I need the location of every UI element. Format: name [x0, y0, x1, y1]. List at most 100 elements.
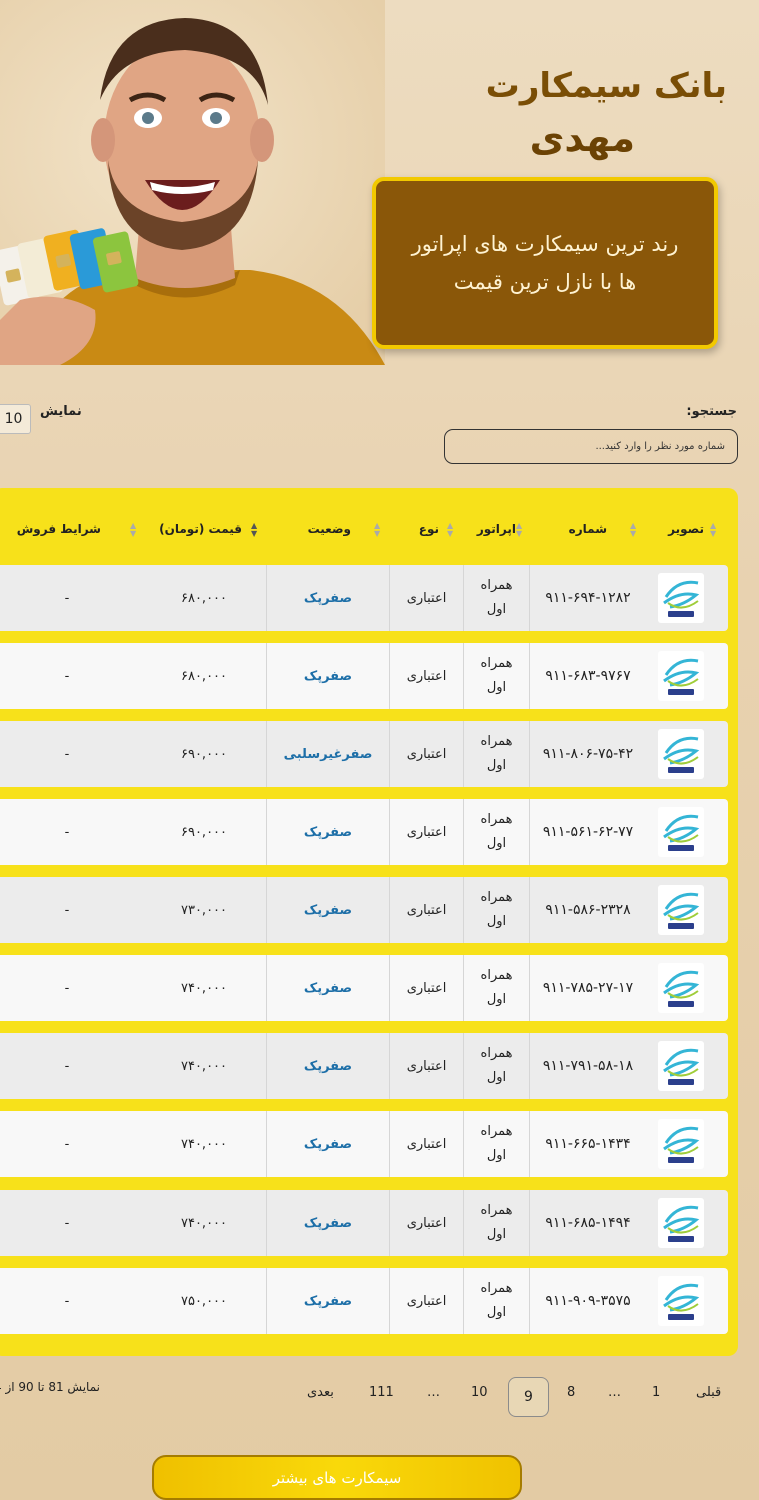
operator-line1: همراه: [480, 890, 513, 905]
cell-status[interactable]: صفرپک: [267, 565, 390, 631]
more-sim-cards-button[interactable]: سیمکارت های بیشتر: [152, 1455, 522, 1500]
pagination-page-1[interactable]: 1: [652, 1385, 660, 1400]
search-label: جستجو:: [686, 404, 737, 419]
sort-icon: ▲ ▼: [710, 521, 717, 538]
cell-number: ۹۱۱-۵۸۶-۲۳۲۸: [532, 877, 644, 943]
promo-text: رند ترین سیمکارت های اپراتور ها با نازل …: [411, 232, 679, 294]
brand-name: مهدی: [529, 116, 635, 160]
cell-status[interactable]: صفرپک: [267, 1111, 390, 1177]
cell-terms: -: [64, 1293, 70, 1309]
cell-terms: -: [64, 668, 70, 684]
cell-terms: -: [64, 1058, 70, 1074]
pagination-page-10[interactable]: 10: [471, 1385, 488, 1400]
mci-logo-icon: [658, 963, 704, 1013]
operator-line2: اول: [486, 602, 507, 617]
cell-number: ۹۱۱-۶۹۴-۱۲۸۲: [532, 565, 644, 631]
cell-terms: -: [64, 1136, 70, 1152]
sort-icon: ▲ ▼: [374, 521, 381, 538]
mci-logo-icon: [658, 1198, 704, 1248]
operator-line2: اول: [486, 836, 507, 851]
cell-status[interactable]: صفرپک: [267, 643, 390, 709]
table-row[interactable]: ۹۱۱-۶۸۵-۱۴۹۴ همراه اول اعتباری صفرپک ۷۴۰,۰۰۰ -: [0, 1190, 728, 1256]
cell-type: اعتباری: [390, 721, 464, 787]
sim-number: ۹۱۱-۸۰۶-۷۵-۴۲: [542, 746, 634, 762]
pagination-page-last[interactable]: 111: [369, 1385, 394, 1400]
cell-status[interactable]: صفرغیرسلبی: [267, 721, 390, 787]
pagination-prev[interactable]: قبلی: [696, 1385, 721, 1400]
pagination-page-8[interactable]: 8: [567, 1385, 575, 1400]
mci-logo-icon: [658, 729, 704, 779]
cell-status[interactable]: صفرپک: [267, 1033, 390, 1099]
page-length-select[interactable]: 10: [0, 404, 31, 434]
sim-number: ۹۱۱-۵۶۱-۶۲-۷۷: [542, 824, 634, 840]
cell-terms: -: [64, 590, 70, 606]
cell-number: ۹۱۱-۶۸۳-۹۷۶۷: [532, 643, 644, 709]
cell-type: اعتباری: [390, 1111, 464, 1177]
table-row[interactable]: ۹۱۱-۸۰۶-۷۵-۴۲ همراه اول اعتباری صفرغیرسلبی ۶۹…: [0, 721, 728, 787]
table-row[interactable]: ۹۱۱-۵۶۱-۶۲-۷۷ همراه اول اعتباری صفرپک ۶۹۰,۰۰۰…: [0, 799, 728, 865]
sort-asc-icon: ▲ ▼: [251, 521, 258, 538]
cell-number: ۹۱۱-۹۰۹-۳۵۷۵: [532, 1268, 644, 1334]
cell-type: اعتباری: [390, 1190, 464, 1256]
cell-terms: -: [64, 824, 70, 840]
table-row[interactable]: ۹۱۱-۶۹۴-۱۲۸۲ همراه اول اعتباری صفرپک ۶۸۰,۰۰۰ -: [0, 565, 728, 631]
header-operator[interactable]: اپراتور: [477, 522, 516, 536]
cell-number: ۹۱۱-۶۶۵-۱۴۳۴: [532, 1111, 644, 1177]
cell-type: اعتباری: [390, 565, 464, 631]
sim-number: ۹۱۱-۵۸۶-۲۳۲۸: [545, 902, 631, 918]
operator-line2: اول: [486, 758, 507, 773]
cell-status[interactable]: صفرپک: [267, 877, 390, 943]
header-terms[interactable]: شرایط فروش: [17, 522, 101, 536]
operator-line1: همراه: [480, 968, 513, 983]
operator-line2: اول: [486, 1227, 507, 1242]
table-row[interactable]: ۹۱۱-۶۸۳-۹۷۶۷ همراه اول اعتباری صفرپک ۶۸۰,۰۰۰ -: [0, 643, 728, 709]
page-length-label: نمایش: [40, 404, 82, 419]
cell-operator: همراه اول: [464, 643, 530, 709]
sim-number: ۹۱۱-۶۸۵-۱۴۹۴: [545, 1215, 631, 1231]
cell-operator: همراه اول: [464, 799, 530, 865]
operator-line1: همراه: [480, 578, 513, 593]
sim-number: ۹۱۱-۶۸۳-۹۷۶۷: [545, 668, 631, 684]
table-row[interactable]: ۹۱۱-۵۸۶-۲۳۲۸ همراه اول اعتباری صفرپک ۷۳۰,۰۰۰ -: [0, 877, 728, 943]
table-row[interactable]: ۹۱۱-۷۸۵-۲۷-۱۷ همراه اول اعتباری صفرپک ۷۴۰,۰۰۰…: [0, 955, 728, 1021]
pagination-next[interactable]: بعدی: [307, 1385, 334, 1400]
cell-status[interactable]: صفرپک: [267, 1268, 390, 1334]
mci-logo-icon: [658, 573, 704, 623]
cell-price: ۶۸۰,۰۰۰: [142, 565, 267, 631]
cell-price: ۷۳۰,۰۰۰: [142, 877, 267, 943]
cell-price: ۷۴۰,۰۰۰: [142, 1111, 267, 1177]
mci-logo-icon: [658, 1119, 704, 1169]
operator-line1: همراه: [480, 1124, 513, 1139]
cell-number: ۹۱۱-۷۹۱-۵۸-۱۸: [532, 1033, 644, 1099]
table-row[interactable]: ۹۱۱-۷۹۱-۵۸-۱۸ همراه اول اعتباری صفرپک ۷۴۰,۰۰۰…: [0, 1033, 728, 1099]
brand-title: بانک سیمکارت: [485, 66, 727, 106]
pagination-page-current[interactable]: 9: [508, 1377, 549, 1417]
header-type[interactable]: نوع: [419, 522, 439, 536]
operator-line2: اول: [486, 992, 507, 1007]
cell-status[interactable]: صفرپک: [267, 955, 390, 1021]
cell-terms: -: [64, 746, 70, 762]
cell-type: اعتباری: [390, 643, 464, 709]
cell-status[interactable]: صفرپک: [267, 799, 390, 865]
table-row[interactable]: ۹۱۱-۶۶۵-۱۴۳۴ همراه اول اعتباری صفرپک ۷۴۰,۰۰۰ -: [0, 1111, 728, 1177]
mci-logo-icon: [658, 1041, 704, 1091]
cell-price: ۶۸۰,۰۰۰: [142, 643, 267, 709]
operator-line1: همراه: [480, 656, 513, 671]
cell-type: اعتباری: [390, 799, 464, 865]
sort-icon: ▲ ▼: [130, 521, 137, 538]
search-input[interactable]: [444, 429, 738, 464]
header-status[interactable]: وضعیت: [308, 522, 351, 536]
header-image[interactable]: تصویر: [668, 522, 704, 536]
header-price[interactable]: قیمت (تومان): [159, 522, 242, 536]
operator-line1: همراه: [480, 734, 513, 749]
cell-type: اعتباری: [390, 1033, 464, 1099]
cell-price: ۶۹۰,۰۰۰: [142, 799, 267, 865]
cell-operator: همراه اول: [464, 1033, 530, 1099]
cell-number: ۹۱۱-۷۸۵-۲۷-۱۷: [532, 955, 644, 1021]
header-number[interactable]: شماره: [569, 522, 607, 536]
operator-line2: اول: [486, 1070, 507, 1085]
cell-operator: همراه اول: [464, 1190, 530, 1256]
table-row[interactable]: ۹۱۱-۹۰۹-۳۵۷۵ همراه اول اعتباری صفرپک ۷۵۰,۰۰۰ -: [0, 1268, 728, 1334]
sim-number: ۹۱۱-۷۸۵-۲۷-۱۷: [542, 980, 634, 996]
cell-status[interactable]: صفرپک: [267, 1190, 390, 1256]
